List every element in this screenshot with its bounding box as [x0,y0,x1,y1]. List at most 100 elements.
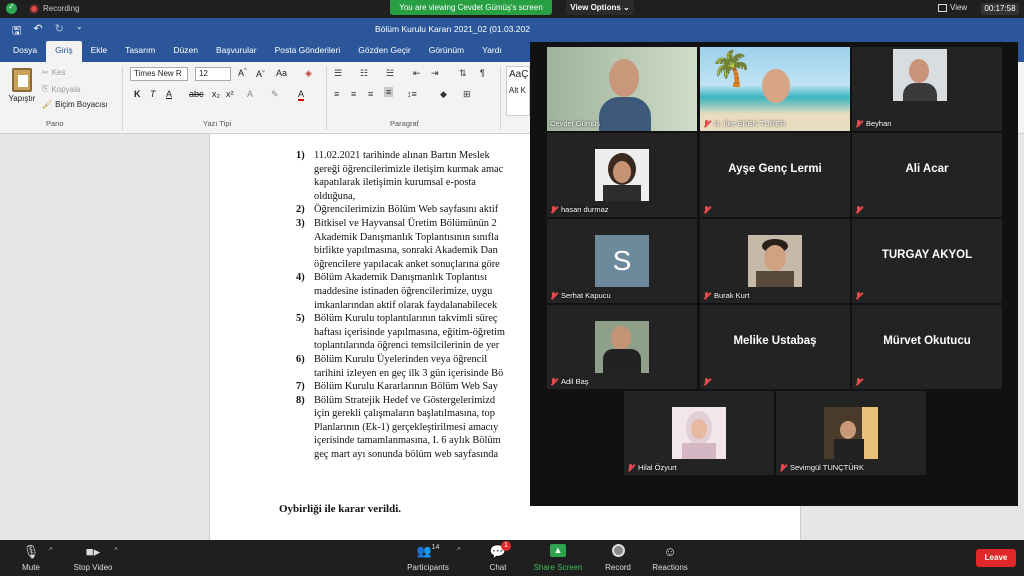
palm-tree-icon: 🌴 [710,50,753,88]
participant-photo [595,321,649,373]
strikethrough-icon[interactable]: abc [189,89,204,99]
align-center-icon[interactable]: ≡ [351,89,356,99]
superscript-icon[interactable]: x² [226,89,234,99]
audio-options-caret[interactable]: ^ [49,546,53,555]
video-tile[interactable]: TURGAY AKYOL [852,219,1002,303]
encryption-shield-icon[interactable] [6,2,17,14]
borders-icon[interactable]: ⊞ [463,89,471,100]
show-formatting-icon[interactable]: ¶ [480,68,485,78]
align-left-icon[interactable]: ≡ [334,89,339,99]
bold-icon[interactable]: K [134,89,141,99]
participant-photo [893,49,947,101]
stop-video-button[interactable]: ■▸ Stop Video [68,544,118,572]
shading-icon[interactable]: ◆ [440,89,447,100]
font-group-label: Yazı Tipi [203,119,232,128]
copy-button[interactable]: ⎘ Kopyala [42,84,80,94]
video-tile[interactable]: Ali Acar [852,133,1002,217]
cut-button[interactable]: ✂ Kes [42,68,66,77]
chat-button[interactable]: 💬 1 Chat [483,541,513,572]
copy-label: Kopyala [51,84,81,94]
tab-dosya[interactable]: Dosya [4,41,46,62]
font-color-icon[interactable]: A [298,89,305,101]
redo-icon[interactable]: ↻ [55,22,64,41]
record-button[interactable]: Record [602,544,634,572]
italic-icon[interactable]: T [150,89,156,99]
save-icon[interactable]: 🖫 [12,22,21,41]
font-size-select[interactable]: 12 [195,67,231,81]
tile-mute-status [855,378,863,386]
video-tile[interactable]: Hilal Özyurt [624,391,774,475]
share-screen-button[interactable]: ▲ Share Screen [530,544,586,572]
tile-name: Serhat Kapucu [550,291,611,300]
view-options-button[interactable]: View Options ⌄ [566,0,634,15]
participant-name-display: Mürvet Okutucu [883,335,971,347]
increase-indent-icon[interactable]: ⇥ [431,68,439,79]
tab-yardim[interactable]: Yardı [473,41,511,62]
underline-icon[interactable]: A [166,89,172,99]
reactions-button[interactable]: ☺ Reactions [650,544,690,572]
undo-icon[interactable]: ↶ [33,22,42,41]
numbering-icon[interactable]: ☷ [360,68,368,79]
customize-icon[interactable]: ⌄ [76,22,83,41]
sort-icon[interactable]: ⇅ [459,68,467,79]
text-effects-icon[interactable]: A [247,89,253,99]
mute-button[interactable]: 🎙 Mute [18,544,44,572]
video-tile[interactable]: hasan durmaz [547,133,697,217]
participants-options-caret[interactable]: ^ [457,546,461,555]
people-icon: 👥 [416,544,432,558]
leave-button[interactable]: Leave [976,549,1016,567]
tab-duzen[interactable]: Düzen [164,41,207,62]
subscript-icon[interactable]: x₂ [212,89,220,99]
video-tile[interactable]: 🌴 N. İlke EKEN TURER [700,47,850,131]
format-painter-button[interactable]: 🖌 Biçim Boyacısı [42,100,108,109]
microphone-icon: 🎙 [22,544,40,559]
tab-ekle[interactable]: Ekle [82,41,117,62]
item-number: 3) [296,217,305,229]
item-number: 4) [296,272,305,284]
bullets-icon[interactable]: ☰ [334,68,342,79]
participant-face [609,59,639,97]
paragraph-group-label: Paragraf [390,119,419,128]
grow-font-icon[interactable]: A^ [238,68,247,78]
video-tile[interactable]: Mürvet Okutucu [852,305,1002,389]
tab-giris[interactable]: Giriş [46,41,82,62]
tab-gozden-gecir[interactable]: Gözden Geçir [349,41,419,62]
tab-basvurular[interactable]: Başvurular [207,41,266,62]
muted-microphone-icon [550,291,558,300]
highlight-icon[interactable]: ✎ [271,89,279,100]
video-tile[interactable]: Adil Baş [547,305,697,389]
video-options-caret[interactable]: ^ [114,546,118,555]
view-button[interactable]: View [938,3,967,12]
align-right-icon[interactable]: ≡ [368,89,373,99]
muted-microphone-icon [855,119,863,128]
tab-posta[interactable]: Posta Gönderileri [266,41,350,62]
multilevel-list-icon[interactable]: ☱ [386,68,394,79]
video-tile[interactable]: Ayşe Genç Lermi [700,133,850,217]
tab-tasarim[interactable]: Tasarım [116,41,164,62]
participants-button[interactable]: 👥14 Participants [403,544,453,572]
video-tile[interactable]: Burak Kurt [700,219,850,303]
participant-photo [748,235,802,287]
item-number: 1) [296,150,305,161]
video-tile[interactable]: Melike Ustabaş [700,305,850,389]
quick-access-toolbar: 🖫 ↶ ↻ ⌄ [12,22,83,41]
item-number: 8) [296,394,305,406]
video-tile[interactable]: Cevdet Gümüş [547,47,697,131]
video-tile[interactable]: Beyhan [852,47,1002,131]
shrink-font-icon[interactable]: Aˇ [256,69,265,79]
clear-formatting-icon[interactable]: ◈ [305,68,312,79]
chat-icon-wrap: 💬 1 [483,541,513,560]
video-tile[interactable]: Sevimgül TUNÇTÜRK [776,391,926,475]
video-tile[interactable]: S Serhat Kapucu [547,219,697,303]
line-spacing-icon[interactable]: ↕≡ [407,89,417,99]
muted-microphone-icon [779,463,787,472]
justify-icon[interactable]: ≡ [384,87,394,97]
tab-gorunum[interactable]: Görünüm [420,41,473,62]
change-case-icon[interactable]: Aa [276,68,287,78]
decrease-indent-icon[interactable]: ⇤ [413,68,421,79]
style-gallery[interactable]: AaÇ Alt K [506,66,530,116]
cut-label: Kes [51,68,66,77]
paste-button[interactable]: Yapıştır [6,68,38,103]
style-sample: AaÇ [509,69,529,80]
font-name-select[interactable]: Times New R [130,67,188,81]
